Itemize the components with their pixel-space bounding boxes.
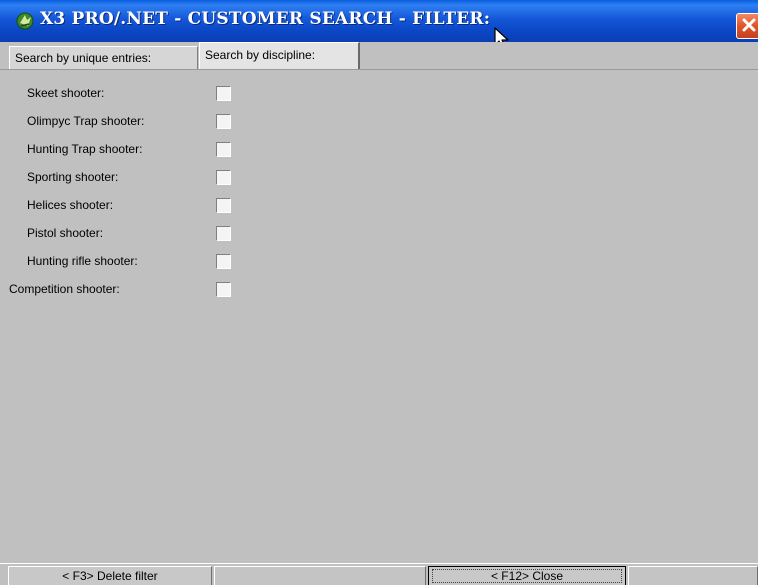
discipline-label: Competition shooter: xyxy=(9,282,120,296)
hunting-trap-shooter-checkbox[interactable] xyxy=(216,142,231,157)
status-bar: < F3> Delete filter < F12> Close xyxy=(0,563,758,585)
competition-shooter-checkbox[interactable] xyxy=(216,282,231,297)
discipline-label: Pistol shooter: xyxy=(27,226,104,240)
status-bar-empty-panel xyxy=(214,566,426,585)
focus-rectangle xyxy=(432,569,622,583)
discipline-row-competition: Competition shooter: xyxy=(0,280,260,302)
close-icon xyxy=(742,18,756,32)
discipline-row-olimpyc-trap: Olimpyc Trap shooter: xyxy=(0,112,260,134)
hunting-rifle-shooter-checkbox[interactable] xyxy=(216,254,231,269)
discipline-row-hunting-rifle: Hunting rifle shooter: xyxy=(0,252,260,274)
discipline-label: Olimpyc Trap shooter: xyxy=(27,114,145,128)
discipline-row-hunting-trap: Hunting Trap shooter: xyxy=(0,140,260,162)
tab-panel-border xyxy=(0,69,758,70)
discipline-row-pistol: Pistol shooter: xyxy=(0,224,260,246)
app-logo-icon xyxy=(16,12,34,30)
discipline-label: Skeet shooter: xyxy=(27,86,105,100)
filter-window: X3 PRO/.NET - CUSTOMER SEARCH - FILTER: … xyxy=(0,0,758,585)
pistol-shooter-checkbox[interactable] xyxy=(216,226,231,241)
discipline-row-skeet: Skeet shooter: xyxy=(0,84,260,106)
window-title: X3 PRO/.NET - CUSTOMER SEARCH - FILTER: xyxy=(40,9,491,29)
helices-shooter-checkbox[interactable] xyxy=(216,198,231,213)
tab-search-by-discipline[interactable]: Search by discipline: xyxy=(199,42,360,69)
olimpyc-trap-shooter-checkbox[interactable] xyxy=(216,114,231,129)
discipline-label: Hunting rifle shooter: xyxy=(27,254,138,268)
close-window-button[interactable]: < F12> Close xyxy=(428,566,626,585)
sporting-shooter-checkbox[interactable] xyxy=(216,170,231,185)
close-button[interactable] xyxy=(736,13,758,39)
title-bar[interactable]: X3 PRO/.NET - CUSTOMER SEARCH - FILTER: xyxy=(0,0,758,49)
discipline-row-helices: Helices shooter: xyxy=(0,196,260,218)
discipline-label: Sporting shooter: xyxy=(27,170,119,184)
tab-strip: Search by unique entries: Search by disc… xyxy=(0,42,758,70)
status-bar-right-panel xyxy=(628,566,758,585)
tab-search-by-unique-entries[interactable]: Search by unique entries: xyxy=(9,46,198,69)
discipline-label: Helices shooter: xyxy=(27,198,114,212)
discipline-row-sporting: Sporting shooter: xyxy=(0,168,260,190)
discipline-label: Hunting Trap shooter: xyxy=(27,142,143,156)
delete-filter-button[interactable]: < F3> Delete filter xyxy=(8,566,212,585)
skeet-shooter-checkbox[interactable] xyxy=(216,86,231,101)
